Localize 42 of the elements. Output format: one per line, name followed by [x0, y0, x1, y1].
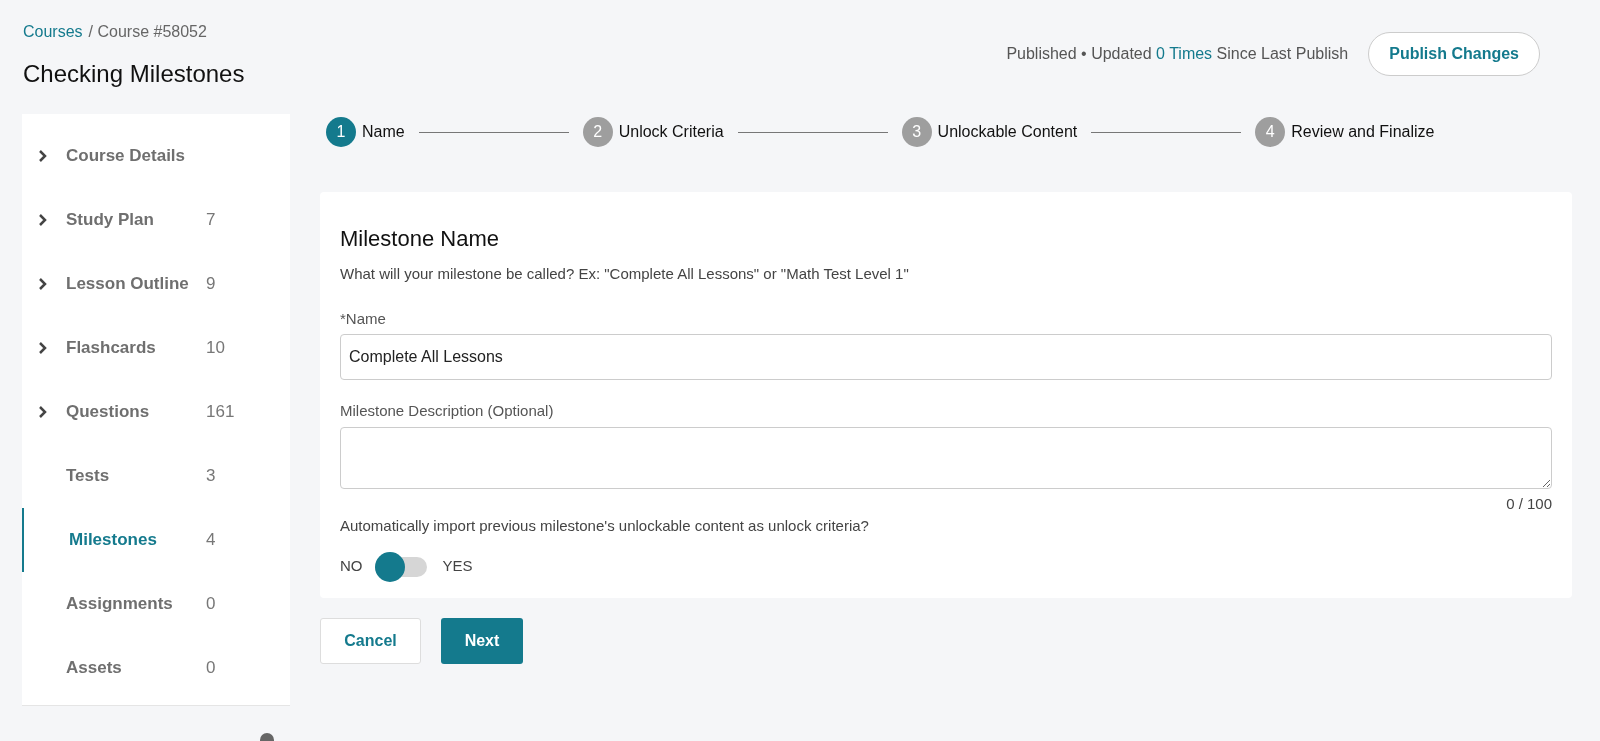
- cancel-button[interactable]: Cancel: [320, 617, 421, 664]
- item-count: 10: [206, 337, 225, 360]
- name-label: *Name: [340, 308, 387, 329]
- step-number: 3: [901, 117, 932, 147]
- item-count: 9: [206, 273, 216, 296]
- sidebar-item[interactable]: Lesson Outline 9: [22, 252, 290, 316]
- sidebar-item[interactable]: Tests 3: [22, 444, 290, 508]
- toggle-on-label: YES: [442, 556, 473, 577]
- breadcrumb-current: / Course #58052: [88, 22, 207, 42]
- step-label: Name: [362, 122, 405, 142]
- toggle-switch[interactable]: [374, 551, 427, 582]
- next-button[interactable]: Next: [441, 617, 523, 664]
- publish-changes-button[interactable]: Publish Changes: [1368, 32, 1540, 76]
- step-label: Unlock Criteria: [618, 122, 724, 142]
- breadcrumb-link[interactable]: Courses: [23, 20, 83, 44]
- form-hint: What will your milestone be called? Ex: "Complete All Lessons" or "Math Test Level 1": [340, 264, 910, 284]
- sidebar-item[interactable]: Questions 161: [22, 380, 290, 444]
- step-number: 1: [326, 117, 356, 147]
- item-count: 7: [206, 209, 216, 232]
- step-label: Review and Finalize: [1291, 122, 1435, 142]
- item-count: 4: [206, 529, 216, 552]
- toggle-off-label: NO: [340, 556, 363, 577]
- sidebar-item[interactable]: Milestones 4: [22, 508, 290, 572]
- sidebar-item[interactable]: Assets 0: [22, 636, 290, 700]
- item-count: 3: [206, 465, 216, 488]
- step-label: Unlockable Content: [937, 122, 1078, 142]
- character-count: 0 / 100: [1506, 493, 1552, 514]
- item-count: 161: [206, 401, 235, 424]
- sidebar-item[interactable]: Flashcards 10: [22, 316, 290, 380]
- publish-status: Published • Updated 0 Times Since Last Publish: [1006, 44, 1349, 64]
- item-count: 0: [206, 593, 216, 616]
- step-number: 2: [582, 117, 613, 147]
- import-question: Automatically import previous milestone's unlockable content as unlock criteria?: [340, 516, 870, 536]
- sidebar-item[interactable]: Course Details: [22, 124, 290, 188]
- step-number: 4: [1255, 117, 1286, 147]
- description-label: Milestone Description (Optional): [340, 401, 555, 421]
- sidebar-item[interactable]: Assignments 0: [22, 572, 290, 636]
- name-input[interactable]: Complete All Lessons: [340, 334, 1552, 380]
- form-heading: Milestone Name: [340, 225, 500, 253]
- item-count: 0: [206, 657, 216, 680]
- sidebar-item[interactable]: Study Plan 7: [22, 188, 290, 252]
- page-title: Checking Milestones: [23, 59, 245, 89]
